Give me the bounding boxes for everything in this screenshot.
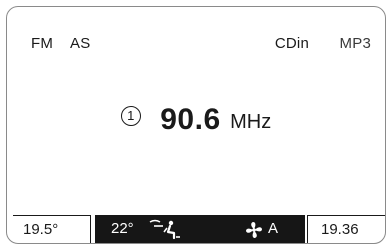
set-temperature: 22° <box>111 220 134 237</box>
status-row: FM AS CDin MP3 <box>31 35 371 57</box>
clock: 19.36 <box>307 215 385 243</box>
climate-panel: 22° A <box>95 215 305 243</box>
mp3-indicator: MP3 <box>339 35 371 52</box>
autostore-indicator: AS <box>70 35 91 52</box>
frequency-value: 90.6 <box>160 103 221 136</box>
cd-in-indicator: CDin <box>274 35 309 52</box>
frequency-unit: MHz <box>230 110 272 133</box>
air-distribution-icon <box>147 218 187 243</box>
outside-temperature: 19.5° <box>13 215 91 243</box>
preset-number: 1 <box>120 106 141 126</box>
radio-display: FM AS CDin MP3 1 90.6 MHz 19.5° 22° A 19… <box>6 6 386 244</box>
climate-bar: 19.5° 22° A 19.36 <box>7 215 385 243</box>
band-indicator: FM <box>31 35 54 52</box>
frequency-row: 1 90.6 MHz <box>7 103 385 147</box>
auto-mode-indicator: A <box>268 220 279 237</box>
fan-icon <box>245 221 263 243</box>
